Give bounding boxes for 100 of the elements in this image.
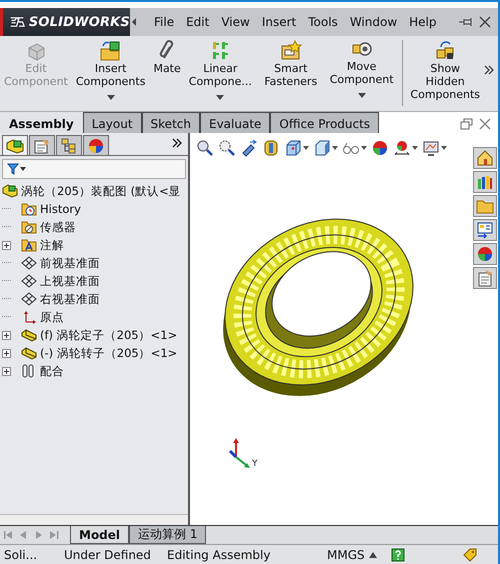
part-icon: [21, 328, 37, 342]
caret-icon: [358, 93, 366, 98]
home-icon: [475, 148, 495, 168]
zoom-area-icon[interactable]: [218, 139, 236, 157]
tree-item[interactable]: (-) 涡轮转子（205）<1>: [40, 346, 178, 360]
assembly-icon: [6, 138, 24, 154]
property-sheet-icon: [33, 138, 51, 154]
tree-item[interactable]: 传感器: [40, 220, 76, 234]
config-tree-icon: [60, 138, 78, 154]
tree-item[interactable]: 涡轮（205）装配图 (默认<显: [21, 184, 181, 198]
tab[interactable]: Model: [70, 526, 130, 544]
tab[interactable]: Office Products: [270, 112, 380, 133]
logo-text: SOLIDWORKS: [28, 14, 130, 30]
previous-view-icon[interactable]: [240, 139, 258, 157]
menu-item[interactable]: Help: [403, 13, 442, 31]
task-pane-button[interactable]: [473, 267, 497, 289]
menu-item[interactable]: Tools: [302, 13, 344, 31]
ribbon-button[interactable]: Insert Components: [72, 40, 150, 103]
fastener-box-icon: [280, 40, 302, 62]
expand-toggle[interactable]: [2, 348, 11, 358]
sensor-folder-icon: [21, 220, 37, 234]
part-icon: [21, 346, 37, 360]
caret-icon[interactable]: [332, 146, 338, 150]
view-cube-icon[interactable]: [284, 139, 302, 157]
tree-item[interactable]: (f) 涡轮定子（205）<1>: [40, 328, 178, 342]
tab[interactable]: Layout: [82, 112, 142, 133]
expand-toggle[interactable]: [2, 330, 11, 340]
caret-icon[interactable]: [368, 552, 377, 558]
scene-ball-icon[interactable]: [393, 139, 411, 157]
color-ball-icon: [475, 244, 495, 264]
annotation-folder-icon: [21, 238, 37, 252]
status-text: Soli...: [3, 548, 38, 562]
close-icon[interactable]: [478, 118, 492, 130]
panel-tab[interactable]: [56, 135, 82, 155]
close-icon[interactable]: [478, 16, 492, 28]
assembly-icon: [2, 184, 18, 198]
tree-item[interactable]: 上视基准面: [40, 274, 100, 288]
caret-icon[interactable]: [441, 146, 447, 150]
restore-icon[interactable]: [460, 118, 474, 130]
caret-icon: [216, 95, 224, 100]
more-icon[interactable]: [484, 65, 494, 75]
filter-icon: [7, 163, 27, 175]
scrollbar[interactable]: [0, 514, 188, 525]
expand-toggle[interactable]: [2, 366, 11, 376]
menu-item[interactable]: Edit: [180, 13, 216, 31]
tree-item[interactable]: History: [40, 202, 81, 216]
panel-tab[interactable]: [2, 135, 28, 155]
color-ball-icon[interactable]: [371, 139, 389, 157]
plus-icon: [3, 332, 10, 338]
section-view-icon[interactable]: [262, 139, 280, 157]
plus-icon: [3, 368, 10, 374]
ribbon-button[interactable]: Move Component: [326, 40, 398, 101]
menu-item[interactable]: File: [148, 13, 180, 31]
pin-icon[interactable]: [458, 16, 474, 28]
tree-item[interactable]: 配合: [40, 364, 64, 378]
caret-icon[interactable]: [361, 146, 367, 150]
plane-icon: [21, 292, 37, 306]
plus-icon: [3, 350, 10, 356]
ribbon-button[interactable]: Mate: [149, 40, 185, 75]
menu-item[interactable]: View: [215, 13, 256, 31]
tree-item[interactable]: 右视基准面: [40, 292, 100, 306]
pattern-icon: [210, 40, 230, 62]
tab[interactable]: Evaluate: [200, 112, 270, 133]
caret-icon[interactable]: [303, 146, 309, 150]
menu-item[interactable]: Window: [344, 13, 404, 31]
task-pane-button[interactable]: [473, 171, 497, 193]
menu-item[interactable]: Insert: [256, 13, 302, 31]
status-text: MMGS: [326, 548, 366, 562]
caret-icon[interactable]: [412, 146, 418, 150]
more-icon[interactable]: [172, 138, 182, 148]
status-text: Editing Assembly: [166, 548, 272, 562]
history-folder-icon: [21, 202, 37, 216]
ribbon-button[interactable]: Smart Fasteners: [256, 40, 326, 88]
tag-icon[interactable]: [462, 548, 478, 562]
tab[interactable]: Sketch: [142, 112, 200, 133]
expand-toggle[interactable]: [2, 240, 11, 250]
tree-item[interactable]: 注解: [40, 238, 64, 252]
ribbon-button[interactable]: Linear Compone...: [184, 40, 256, 103]
panel-tab[interactable]: [83, 135, 109, 155]
task-pane-button[interactable]: [473, 147, 497, 169]
origin-icon: [21, 310, 37, 324]
help-icon[interactable]: [390, 548, 405, 562]
panel-tab[interactable]: [29, 135, 55, 155]
ribbon-button[interactable]: Show Hidden Components: [406, 40, 484, 101]
filter-field[interactable]: [2, 159, 186, 179]
tab[interactable]: 运动算例 1: [129, 526, 206, 544]
axis-triad-icon: [226, 437, 252, 469]
task-pane-button[interactable]: [473, 219, 497, 241]
plane-icon: [21, 256, 37, 270]
axis-label: Y: [252, 459, 258, 469]
tree-item[interactable]: 前视基准面: [40, 256, 100, 270]
task-pane-button[interactable]: [473, 243, 497, 265]
plane-icon: [21, 274, 37, 288]
zoom-fit-icon[interactable]: [196, 139, 214, 157]
monitor-icon[interactable]: [422, 139, 440, 157]
color-ball-icon: [87, 138, 105, 154]
tree-item[interactable]: 原点: [40, 310, 64, 324]
shaded-cube-icon[interactable]: [313, 139, 331, 157]
plus-icon: [3, 242, 10, 248]
caret-icon: [106, 95, 115, 100]
